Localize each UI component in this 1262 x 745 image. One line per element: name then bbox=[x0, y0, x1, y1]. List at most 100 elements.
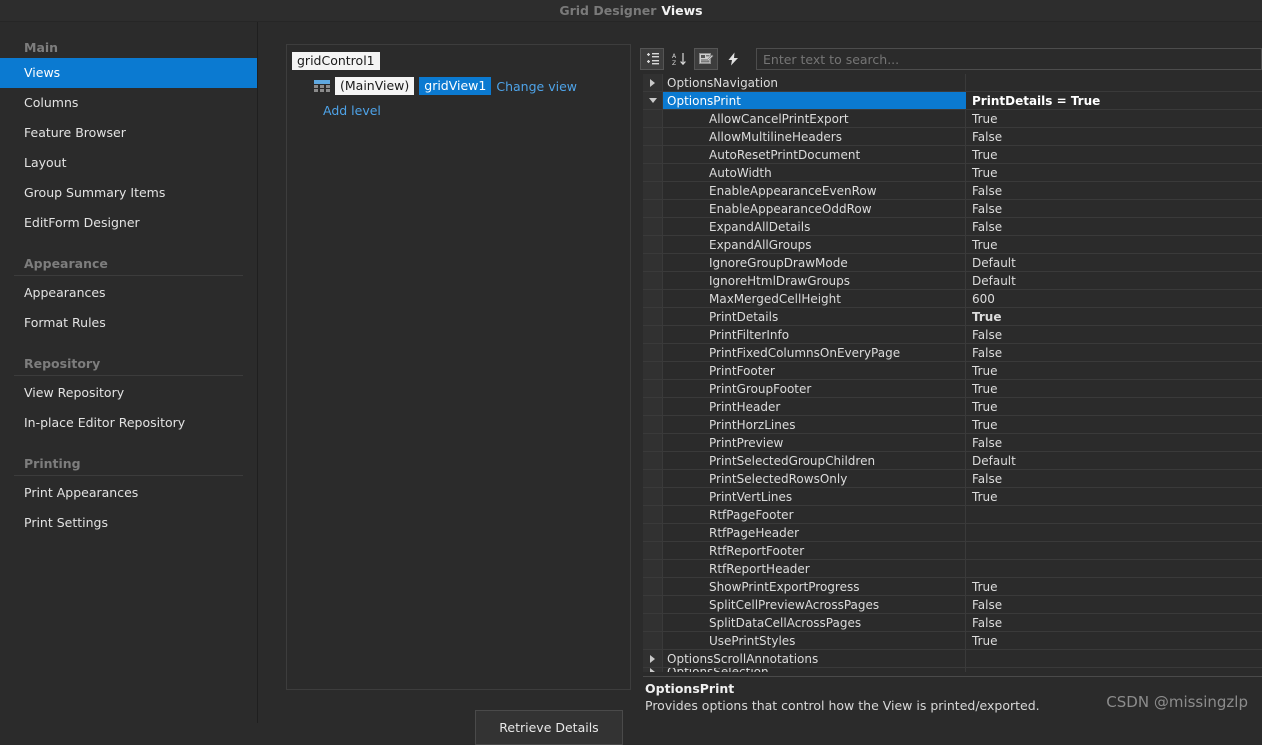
property-row[interactable]: ShowPrintExportProgress True bbox=[643, 578, 1262, 596]
property-value[interactable]: Default bbox=[966, 452, 1262, 469]
property-value[interactable] bbox=[966, 560, 1262, 577]
chevron-right-icon[interactable] bbox=[650, 668, 655, 672]
sidebar-item-layout[interactable]: Layout bbox=[0, 148, 257, 178]
sidebar-item-view-repository[interactable]: View Repository bbox=[0, 378, 257, 408]
property-value[interactable]: True bbox=[966, 110, 1262, 127]
chevron-right-icon[interactable] bbox=[650, 78, 655, 87]
change-view-link[interactable]: Change view bbox=[496, 79, 577, 94]
property-value[interactable]: True bbox=[966, 632, 1262, 649]
property-row[interactable]: PrintFooter True bbox=[643, 362, 1262, 380]
property-value[interactable] bbox=[966, 506, 1262, 523]
property-row[interactable]: PrintDetails True bbox=[643, 308, 1262, 326]
property-value[interactable]: True bbox=[966, 488, 1262, 505]
view-kind-chip[interactable]: (MainView) bbox=[335, 77, 415, 95]
property-value[interactable]: False bbox=[966, 200, 1262, 217]
property-row[interactable]: ExpandAllGroups True bbox=[643, 236, 1262, 254]
categorized-list-icon[interactable] bbox=[640, 48, 664, 70]
property-value[interactable] bbox=[966, 74, 1262, 91]
property-row[interactable]: AllowCancelPrintExport True bbox=[643, 110, 1262, 128]
property-row[interactable]: PrintFixedColumnsOnEveryPage False bbox=[643, 344, 1262, 362]
property-grid-rows[interactable]: OptionsNavigation OptionsPrint PrintDetail… bbox=[643, 74, 1262, 672]
property-value[interactable]: False bbox=[966, 326, 1262, 343]
property-row[interactable]: SplitDataCellAcrossPages False bbox=[643, 614, 1262, 632]
property-value[interactable]: True bbox=[966, 398, 1262, 415]
property-row[interactable]: RtfReportHeader bbox=[643, 560, 1262, 578]
view-name-chip[interactable]: gridView1 bbox=[419, 77, 492, 95]
property-value[interactable]: True bbox=[966, 380, 1262, 397]
property-row[interactable]: PrintGroupFooter True bbox=[643, 380, 1262, 398]
property-row[interactable]: OptionsPrint PrintDetails = True bbox=[643, 92, 1262, 110]
grid-control-chip[interactable]: gridControl1 bbox=[292, 52, 380, 70]
property-row[interactable]: IgnoreGroupDrawMode Default bbox=[643, 254, 1262, 272]
property-row[interactable]: PrintSelectedGroupChildren Default bbox=[643, 452, 1262, 470]
property-value[interactable]: True bbox=[966, 236, 1262, 253]
property-value[interactable] bbox=[966, 542, 1262, 559]
property-value[interactable]: False bbox=[966, 614, 1262, 631]
sidebar-item-group-summary-items[interactable]: Group Summary Items bbox=[0, 178, 257, 208]
property-value[interactable]: False bbox=[966, 596, 1262, 613]
property-value[interactable] bbox=[966, 668, 1262, 672]
property-row[interactable]: PrintFilterInfo False bbox=[643, 326, 1262, 344]
property-pages-icon[interactable] bbox=[694, 48, 718, 70]
property-row[interactable]: MaxMergedCellHeight 600 bbox=[643, 290, 1262, 308]
property-row[interactable]: AllowMultilineHeaders False bbox=[643, 128, 1262, 146]
property-row[interactable]: OptionsSelection bbox=[643, 668, 1262, 672]
property-row[interactable]: PrintVertLines True bbox=[643, 488, 1262, 506]
property-name: PrintGroupFooter bbox=[663, 380, 966, 397]
property-row[interactable]: PrintPreview False bbox=[643, 434, 1262, 452]
property-value[interactable] bbox=[966, 524, 1262, 541]
sidebar-item-print-settings[interactable]: Print Settings bbox=[0, 508, 257, 538]
retrieve-details-button[interactable]: Retrieve Details bbox=[475, 710, 623, 745]
svg-text:Z: Z bbox=[672, 60, 676, 66]
property-row[interactable]: ExpandAllDetails False bbox=[643, 218, 1262, 236]
property-row[interactable]: RtfPageHeader bbox=[643, 524, 1262, 542]
property-row[interactable]: RtfReportFooter bbox=[643, 542, 1262, 560]
property-row[interactable]: PrintSelectedRowsOnly False bbox=[643, 470, 1262, 488]
property-row[interactable]: IgnoreHtmlDrawGroups Default bbox=[643, 272, 1262, 290]
property-row[interactable]: UsePrintStyles True bbox=[643, 632, 1262, 650]
lightning-events-icon[interactable] bbox=[721, 48, 745, 70]
sidebar-item-print-appearances[interactable]: Print Appearances bbox=[0, 478, 257, 508]
property-value[interactable]: True bbox=[966, 164, 1262, 181]
property-row[interactable]: EnableAppearanceOddRow False bbox=[643, 200, 1262, 218]
sort-alphabetical-icon[interactable]: A Z bbox=[667, 48, 691, 70]
property-value[interactable]: False bbox=[966, 470, 1262, 487]
property-value[interactable]: True bbox=[966, 146, 1262, 163]
property-value[interactable]: 600 bbox=[966, 290, 1262, 307]
sidebar-item-in-place-editor-repository[interactable]: In-place Editor Repository bbox=[0, 408, 257, 438]
sidebar-item-columns[interactable]: Columns bbox=[0, 88, 257, 118]
tree-root-node[interactable]: gridControl1 bbox=[292, 52, 380, 70]
sidebar-item-format-rules[interactable]: Format Rules bbox=[0, 308, 257, 338]
property-value[interactable]: Default bbox=[966, 272, 1262, 289]
property-value[interactable]: False bbox=[966, 434, 1262, 451]
property-row[interactable]: AutoResetPrintDocument True bbox=[643, 146, 1262, 164]
property-row[interactable]: PrintHorzLines True bbox=[643, 416, 1262, 434]
property-value[interactable]: Default bbox=[966, 254, 1262, 271]
property-row[interactable]: EnableAppearanceEvenRow False bbox=[643, 182, 1262, 200]
chevron-right-icon[interactable] bbox=[650, 654, 655, 663]
chevron-down-icon[interactable] bbox=[648, 98, 657, 103]
property-value[interactable]: False bbox=[966, 218, 1262, 235]
property-row[interactable]: RtfPageFooter bbox=[643, 506, 1262, 524]
property-value[interactable]: True bbox=[966, 578, 1262, 595]
search-input[interactable] bbox=[756, 48, 1262, 70]
property-value[interactable]: False bbox=[966, 182, 1262, 199]
sidebar-item-appearances[interactable]: Appearances bbox=[0, 278, 257, 308]
property-value[interactable]: True bbox=[966, 308, 1262, 325]
property-row[interactable]: SplitCellPreviewAcrossPages False bbox=[643, 596, 1262, 614]
property-value[interactable]: True bbox=[966, 416, 1262, 433]
property-value[interactable] bbox=[966, 650, 1262, 667]
property-value[interactable]: False bbox=[966, 344, 1262, 361]
property-value[interactable]: False bbox=[966, 128, 1262, 145]
property-row[interactable]: OptionsScrollAnnotations bbox=[643, 650, 1262, 668]
property-value[interactable]: PrintDetails = True bbox=[966, 92, 1262, 109]
add-level-link[interactable]: Add level bbox=[323, 103, 381, 118]
sidebar-item-editform-designer[interactable]: EditForm Designer bbox=[0, 208, 257, 238]
property-row[interactable]: AutoWidth True bbox=[643, 164, 1262, 182]
property-row[interactable]: PrintHeader True bbox=[643, 398, 1262, 416]
property-name: PrintSelectedGroupChildren bbox=[663, 452, 966, 469]
property-value[interactable]: True bbox=[966, 362, 1262, 379]
sidebar-item-views[interactable]: Views bbox=[0, 58, 257, 88]
property-row[interactable]: OptionsNavigation bbox=[643, 74, 1262, 92]
sidebar-item-feature-browser[interactable]: Feature Browser bbox=[0, 118, 257, 148]
